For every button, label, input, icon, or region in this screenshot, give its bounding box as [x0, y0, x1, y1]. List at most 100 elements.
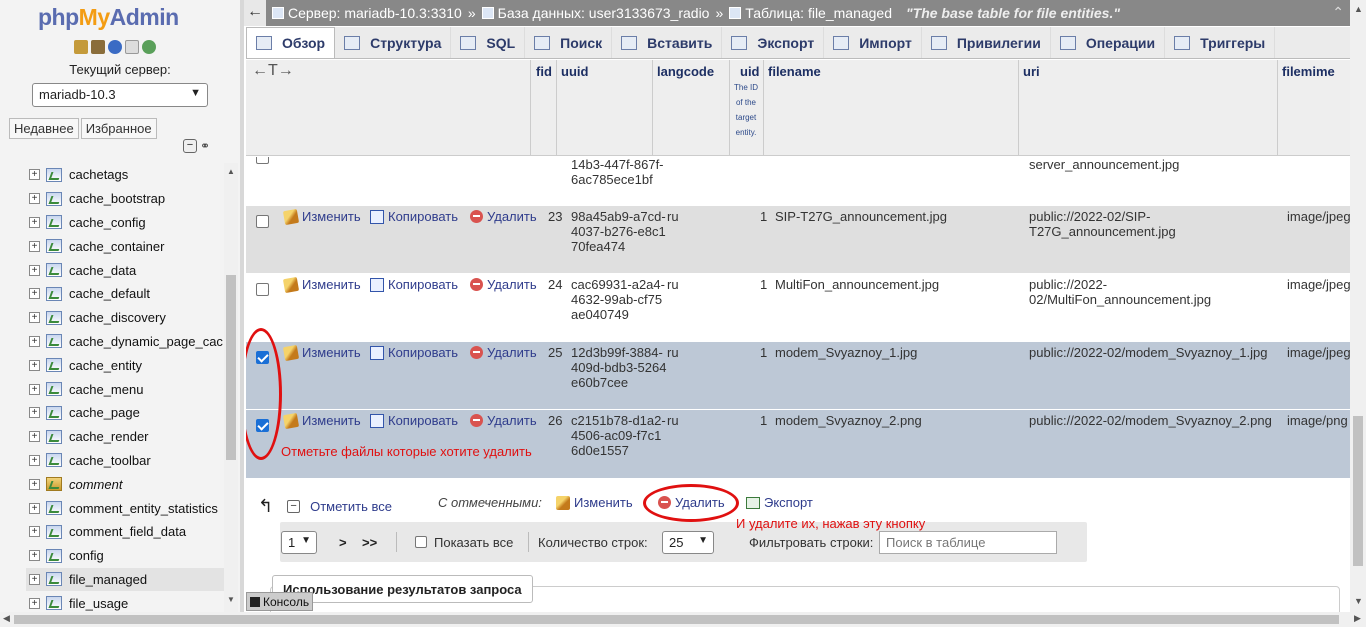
scroll-up-icon[interactable]: ▲ — [227, 167, 235, 176]
row-copy-link[interactable]: Копировать — [370, 345, 458, 360]
column-header-filemime[interactable]: filemime — [1282, 64, 1335, 79]
sidebar-table-item[interactable]: + cachetags — [26, 163, 224, 187]
breadcrumb-server[interactable]: Сервер: mariadb-10.3:3310 — [288, 5, 462, 21]
row-delete-link[interactable]: Удалить — [470, 277, 537, 292]
column-header-uuid[interactable]: uuid — [561, 64, 588, 79]
sidebar-table-item[interactable]: + cache_menu — [26, 377, 224, 401]
expand-plus-icon[interactable]: + — [29, 169, 40, 181]
expand-plus-icon[interactable]: + — [29, 335, 40, 347]
favorites-tab[interactable]: Избранное — [80, 118, 157, 139]
sidebar-table-item[interactable]: + cache_data — [26, 258, 224, 282]
sidebar-table-label[interactable]: cache_toolbar — [69, 453, 151, 468]
expand-plus-icon[interactable]: + — [29, 383, 40, 395]
bulk-export-button[interactable]: Экспорт — [746, 495, 813, 510]
expand-plus-icon[interactable]: + — [29, 216, 40, 228]
sidebar-table-item[interactable]: + cache_dynamic_page_cac — [26, 330, 224, 354]
phpmyadmin-logo[interactable]: phpMyAdmin — [38, 4, 179, 31]
column-header-filename[interactable]: filename — [768, 64, 821, 79]
expand-plus-icon[interactable]: + — [29, 264, 40, 276]
sidebar-table-label[interactable]: comment_field_data — [69, 524, 186, 539]
expand-plus-icon[interactable]: + — [29, 240, 40, 252]
sidebar-table-item[interactable]: + cache_bootstrap — [26, 187, 224, 211]
expand-plus-icon[interactable]: + — [29, 407, 40, 419]
scroll-down-icon[interactable]: ▼ — [1354, 596, 1363, 606]
row-delete-link[interactable]: Удалить — [470, 209, 537, 224]
table-icon[interactable] — [46, 239, 62, 254]
table-icon[interactable] — [46, 429, 62, 444]
bulk-edit-button[interactable]: Изменить — [556, 495, 633, 510]
scroll-down-icon[interactable]: ▼ — [227, 595, 235, 604]
last-page-button[interactable]: >> — [362, 535, 377, 550]
expand-plus-icon[interactable]: + — [29, 193, 40, 205]
sidebar-table-label[interactable]: cache_entity — [69, 358, 142, 373]
expand-plus-icon[interactable]: + — [29, 573, 40, 585]
horizontal-scroll-thumb[interactable] — [14, 615, 1339, 624]
filter-rows-input[interactable]: Поиск в таблице — [879, 531, 1057, 554]
table-icon[interactable] — [46, 310, 62, 325]
expand-plus-icon[interactable]: + — [29, 502, 40, 514]
column-arrows[interactable]: ←T→ — [252, 62, 294, 80]
sidebar-table-label[interactable]: cache_menu — [69, 382, 143, 397]
row-checkbox[interactable] — [256, 157, 269, 164]
scroll-left-icon[interactable]: ◀ — [3, 613, 10, 624]
column-header-uid[interactable]: uid — [740, 64, 760, 79]
page-vertical-scrollbar[interactable]: ▲ ▼ — [1350, 0, 1366, 612]
expand-plus-icon[interactable]: + — [29, 431, 40, 443]
row-delete-link[interactable]: Удалить — [470, 413, 537, 428]
docs-icon[interactable] — [125, 40, 139, 54]
expand-plus-icon[interactable]: + — [29, 454, 40, 466]
table-icon[interactable] — [46, 548, 62, 563]
collapse-all-icon[interactable]: − — [183, 139, 197, 153]
sidebar-table-item[interactable]: + cache_render — [26, 425, 224, 449]
sidebar-scrollbar[interactable]: ▲ ▼ — [224, 163, 238, 612]
show-all-checkbox[interactable] — [415, 536, 427, 548]
row-copy-link[interactable]: Копировать — [370, 209, 458, 224]
tab-search[interactable]: Поиск — [525, 27, 613, 58]
sidebar-table-label[interactable]: cache_dynamic_page_cac — [69, 334, 223, 349]
sidebar-table-item[interactable]: + comment — [26, 472, 224, 496]
scroll-right-icon[interactable]: ▶ — [1354, 613, 1361, 624]
expand-plus-icon[interactable]: + — [29, 359, 40, 371]
column-header-uri[interactable]: uri — [1023, 64, 1040, 79]
breadcrumb-database[interactable]: База данных: user3133673_radio — [498, 5, 710, 21]
sidebar-table-label[interactable]: cache_data — [69, 263, 136, 278]
collapse-top-icon[interactable]: ⌃ — [1332, 4, 1344, 21]
vertical-scroll-thumb[interactable] — [1353, 416, 1363, 566]
tab-structure[interactable]: Структура — [335, 27, 452, 58]
column-header-fid[interactable]: fid — [536, 64, 552, 79]
sidebar-table-item[interactable]: + file_usage — [26, 591, 224, 612]
sidebar-table-item[interactable]: + comment_entity_statistics — [26, 496, 224, 520]
sidebar-table-item[interactable]: + cache_default — [26, 282, 224, 306]
tab-privileges[interactable]: Привилегии — [922, 27, 1051, 58]
table-icon[interactable] — [46, 596, 62, 611]
tab-triggers[interactable]: Триггеры — [1165, 27, 1276, 58]
back-arrow-icon[interactable]: ← — [244, 0, 266, 26]
page-horizontal-scrollbar[interactable]: ◀ ▶ — [0, 612, 1366, 627]
expand-plus-icon[interactable]: + — [29, 526, 40, 538]
scroll-up-icon[interactable]: ▲ — [1354, 4, 1363, 14]
table-icon[interactable] — [46, 572, 62, 587]
expand-plus-icon[interactable]: + — [29, 478, 40, 490]
row-copy-link[interactable]: Копировать — [370, 277, 458, 292]
table-icon[interactable] — [46, 215, 62, 230]
sidebar-table-label[interactable]: comment_entity_statistics — [69, 501, 218, 516]
uncheck-icon[interactable]: − — [287, 500, 301, 513]
sidebar-resizer[interactable] — [240, 0, 244, 612]
row-delete-link[interactable]: Удалить — [470, 345, 537, 360]
sidebar-table-label[interactable]: cache_render — [69, 429, 149, 444]
logout-icon[interactable] — [91, 40, 105, 54]
sidebar-table-label[interactable]: cache_default — [69, 286, 150, 301]
table-icon[interactable] — [46, 501, 62, 516]
sidebar-table-label[interactable]: comment — [69, 477, 122, 492]
link-with-main-icon[interactable]: ⚭ — [200, 139, 214, 153]
reload-icon[interactable] — [142, 40, 156, 54]
tab-sql[interactable]: SQL — [451, 27, 526, 58]
tab-operations[interactable]: Операции — [1051, 27, 1166, 58]
sidebar-table-label[interactable]: cache_page — [69, 405, 140, 420]
breadcrumb-table[interactable]: Таблица: file_managed — [745, 5, 892, 21]
row-edit-link[interactable]: Изменить — [282, 344, 361, 361]
recent-tab[interactable]: Недавнее — [9, 118, 79, 139]
sidebar-table-label[interactable]: cache_discovery — [69, 310, 166, 325]
check-all-link[interactable]: Отметить все — [310, 499, 392, 514]
tab-export[interactable]: Экспорт — [722, 27, 825, 58]
